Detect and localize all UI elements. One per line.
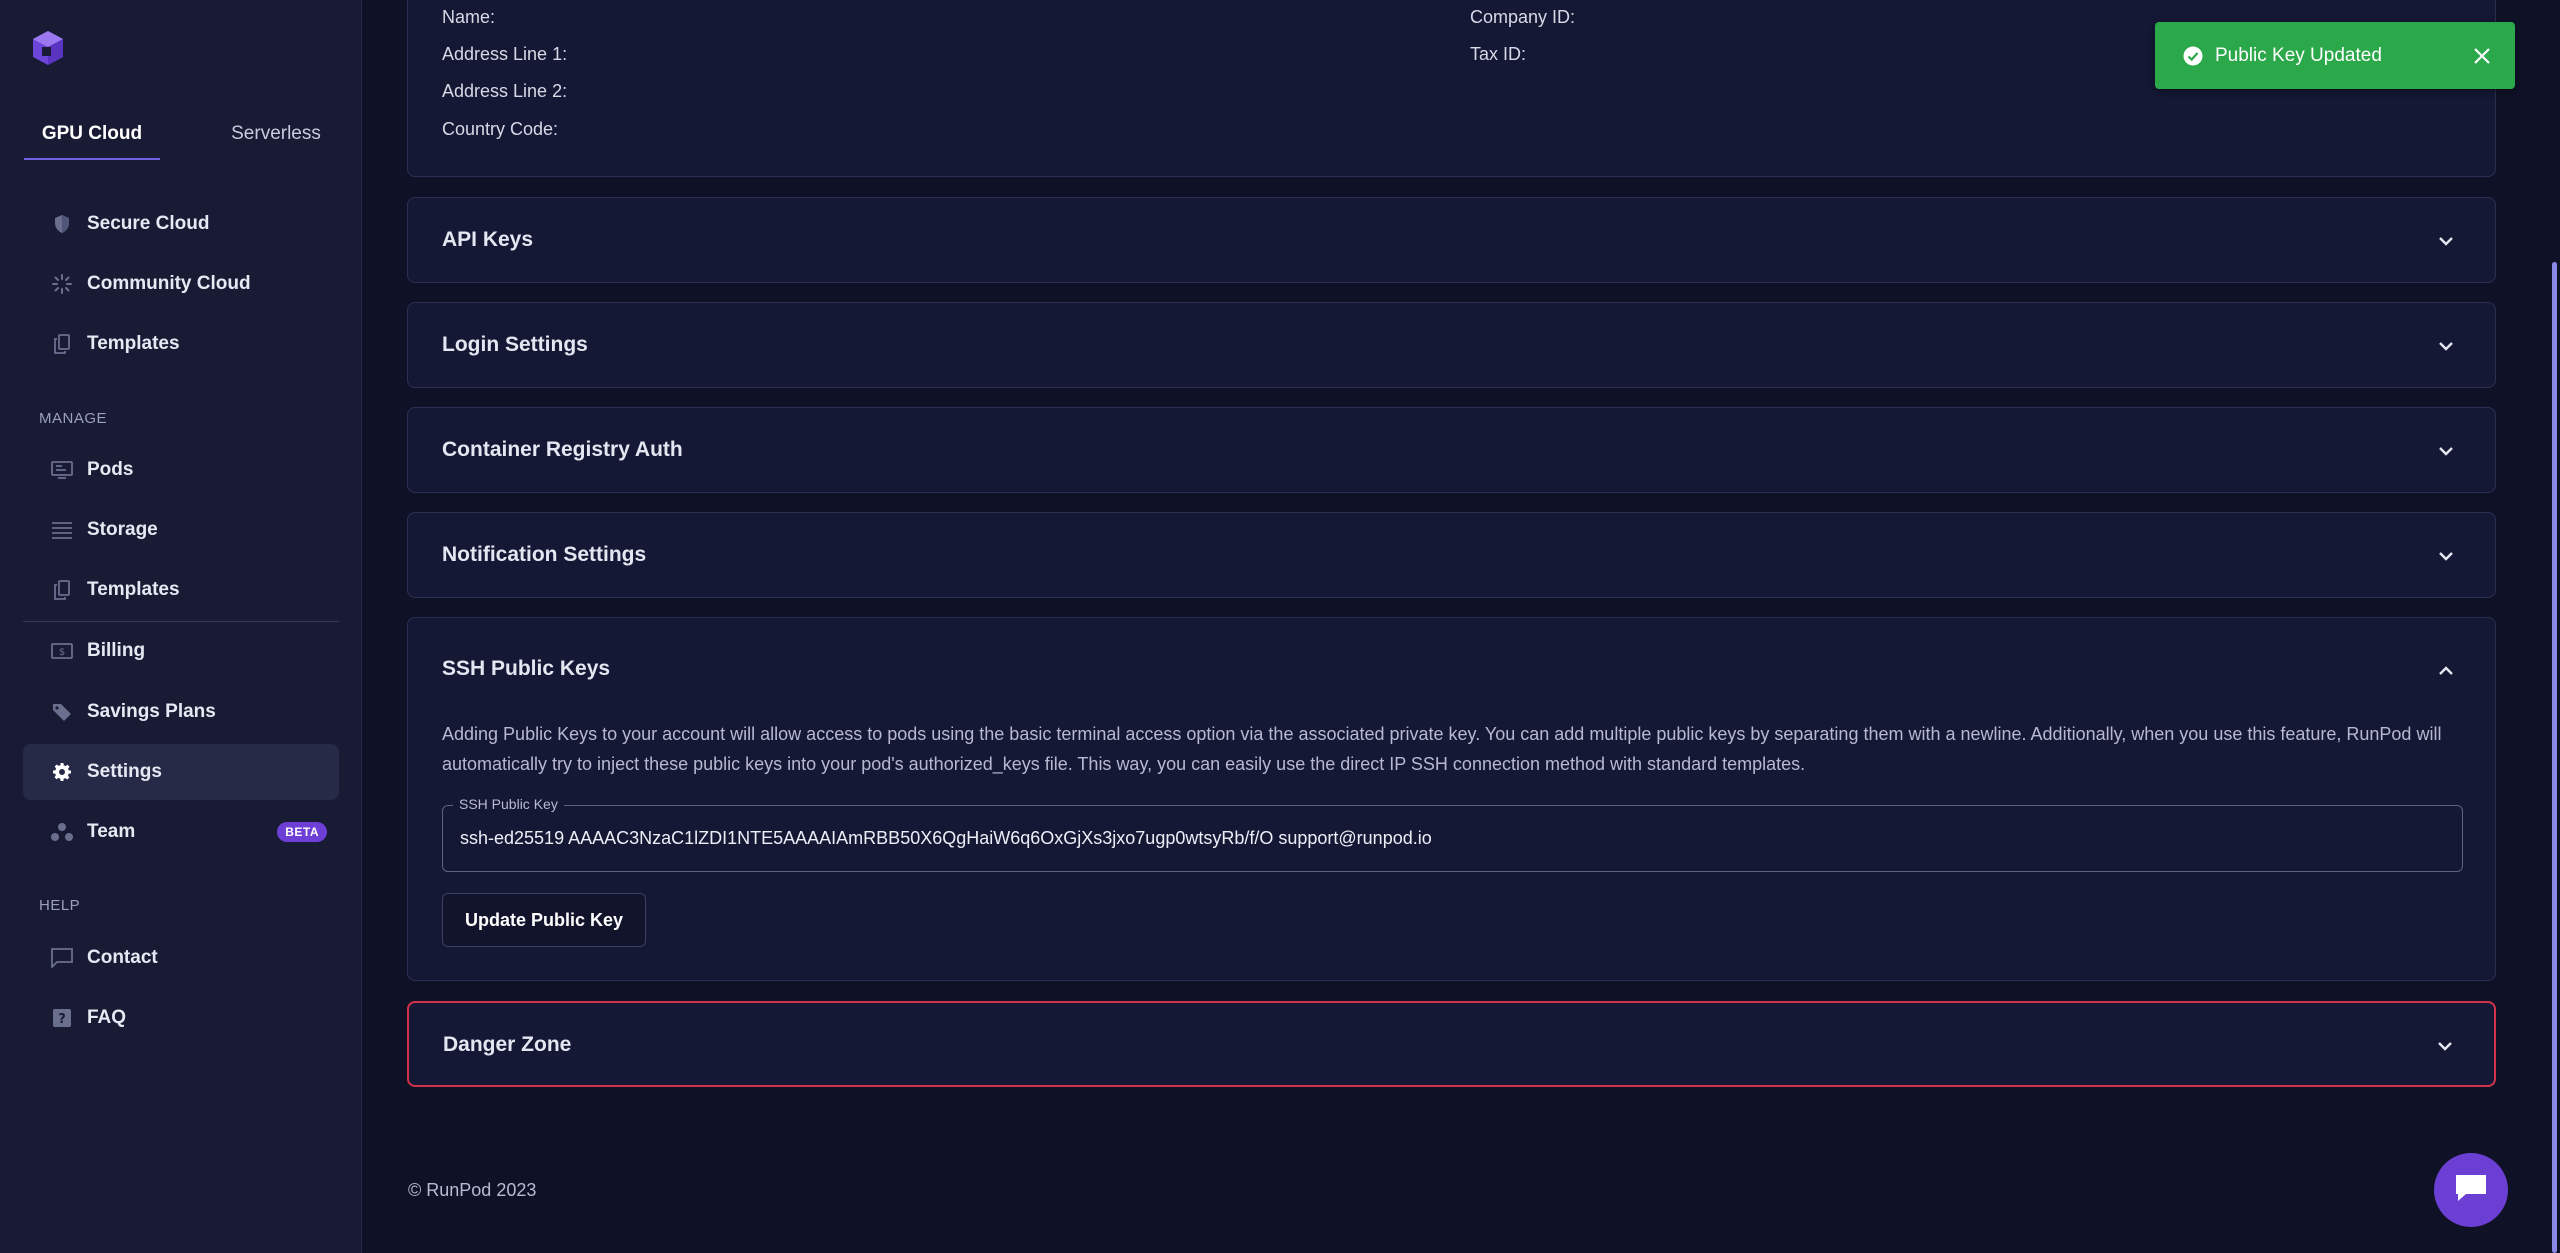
sidebar-item-label: Community Cloud [87,273,251,294]
beta-badge: BETA [277,822,327,842]
address-line-2-label: Address Line 2: [442,81,568,101]
chat-icon [51,947,73,969]
sidebar-item-templates-cloud[interactable]: Templates [23,316,339,372]
chevron-down-icon [2437,337,2455,355]
sidebar-item-label: Savings Plans [87,701,216,722]
update-public-key-button[interactable]: Update Public Key [442,893,646,947]
accordion-danger-zone[interactable]: Danger Zone [407,1001,2496,1087]
footer-copyright: © RunPod 2023 [408,1180,537,1200]
sidebar-item-billing[interactable]: $ Billing [23,623,339,679]
svg-text:$: $ [59,647,65,658]
templates-icon [51,579,73,601]
support-chat-button[interactable] [2434,1153,2508,1227]
sidebar-divider [23,621,339,622]
shield-icon [51,213,73,235]
sidebar-item-templates-manage[interactable]: Templates [23,562,339,618]
chat-bubble-icon [2454,1173,2488,1208]
storage-icon [51,519,73,541]
chevron-down-icon [2437,232,2455,250]
billing-icon: $ [51,640,73,662]
templates-icon [51,333,73,355]
accordion-ssh-public-keys: SSH Public Keys Adding Public Keys to yo… [407,617,2496,981]
scrollbar-thumb[interactable] [2552,262,2557,1253]
country-code-label: Country Code: [442,119,559,139]
sidebar-item-savings-plans[interactable]: Savings Plans [23,684,339,740]
main-content: Name: Address Line 1: Address Line 2: Co… [363,0,2560,1253]
accordion-login-settings[interactable]: Login Settings [407,302,2496,388]
community-icon [51,273,73,295]
sidebar-item-label: Billing [87,640,146,661]
tag-icon [51,701,73,723]
success-toast: Public Key Updated [2155,22,2515,89]
help-section-label: HELP [39,897,81,914]
sidebar-item-storage[interactable]: Storage [23,502,339,558]
question-icon: ? [51,1007,73,1029]
accordion-title: Login Settings [442,333,588,356]
sidebar-item-contact[interactable]: Contact [23,930,339,986]
gear-icon [51,761,73,783]
sidebar-item-settings[interactable]: Settings [23,744,339,800]
accordion-title[interactable]: SSH Public Keys [442,618,610,720]
tab-gpu-cloud[interactable]: GPU Cloud [24,108,160,160]
check-circle-icon [2183,46,2203,66]
company-id-label: Company ID: [1470,7,1576,27]
ssh-public-key-field: SSH Public Key [442,796,2463,872]
mode-tabs: GPU Cloud Serverless [24,108,344,160]
chevron-down-icon [2437,442,2455,460]
sidebar-item-label: Storage [87,519,158,540]
sidebar-item-label: Contact [87,947,158,968]
close-icon[interactable] [2473,47,2491,65]
tax-id-label: Tax ID: [1470,44,1527,64]
ssh-public-key-input[interactable] [443,806,2462,871]
sidebar-item-label: Templates [87,333,180,354]
sidebar-item-pods[interactable]: Pods [23,442,339,498]
accordion-container-registry-auth[interactable]: Container Registry Auth [407,407,2496,493]
accordion-notification-settings[interactable]: Notification Settings [407,512,2496,598]
sidebar-item-team[interactable]: Team BETA [23,804,339,860]
sidebar: GPU Cloud Serverless Secure Cloud Commun… [0,0,362,1253]
sidebar-item-label: Templates [87,579,180,600]
pods-icon [51,459,73,481]
manage-section-label: MANAGE [39,410,108,427]
svg-text:?: ? [58,1012,66,1027]
sidebar-item-secure-cloud[interactable]: Secure Cloud [23,196,339,252]
team-icon [51,821,73,843]
accordion-title: Danger Zone [443,1033,572,1056]
sidebar-item-label: Pods [87,459,134,480]
sidebar-item-label: Settings [87,761,162,782]
accordion-title: API Keys [442,228,534,251]
chevron-down-icon [2437,547,2455,565]
ssh-description: Adding Public Keys to your account will … [442,724,2442,774]
address-line-1-label: Address Line 1: [442,44,568,64]
runpod-logo-icon[interactable] [30,29,66,67]
scrollbar[interactable] [2548,0,2560,1253]
name-label: Name: [442,7,496,27]
sidebar-item-label: Secure Cloud [87,213,210,234]
chevron-up-icon[interactable] [2437,662,2455,680]
accordion-api-keys[interactable]: API Keys [407,197,2496,283]
sidebar-item-label: Team [87,821,136,842]
tab-serverless[interactable]: Serverless [208,108,344,160]
accordion-title: Container Registry Auth [442,438,683,461]
toast-message: Public Key Updated [2215,45,2382,66]
sidebar-item-label: FAQ [87,1007,127,1028]
accordion-title: Notification Settings [442,543,647,566]
sidebar-item-community-cloud[interactable]: Community Cloud [23,256,339,312]
chevron-down-icon [2436,1037,2454,1055]
sidebar-item-faq[interactable]: ? FAQ [23,990,339,1046]
